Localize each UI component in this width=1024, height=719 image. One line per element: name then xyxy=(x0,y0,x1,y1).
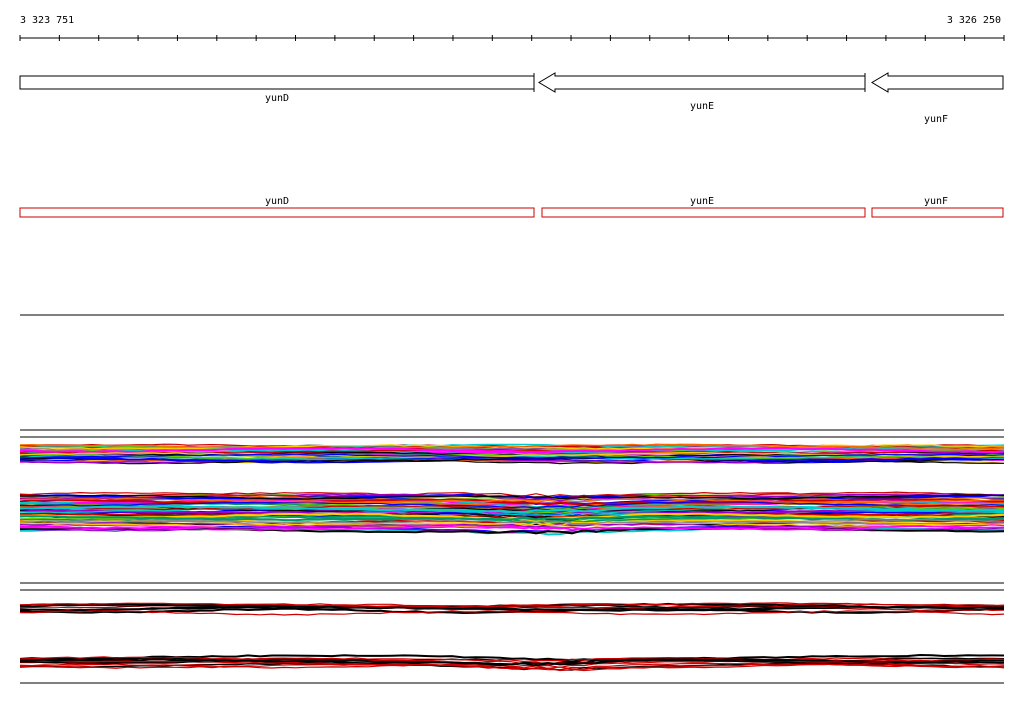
predicted-label-yund: yunD xyxy=(265,196,289,207)
gene-label-yune: yunE xyxy=(690,101,714,112)
gene-arrow-yunf[interactable] xyxy=(871,72,1004,93)
expression-signal-tracks xyxy=(19,443,1005,672)
predicted-label-yunf: yunF xyxy=(924,196,948,207)
ruler-end-label: 3 326 250 xyxy=(947,15,1001,26)
predicted-gene-track: yunD yunE yunF xyxy=(19,196,1004,218)
genome-track-canvas: 3 323 751 3 326 250 yunD yunE yunF yunD … xyxy=(19,15,1005,684)
predicted-box-yunf[interactable] xyxy=(871,207,1004,218)
gene-arrow-yund[interactable] xyxy=(19,75,535,90)
predicted-box-yund[interactable] xyxy=(19,207,535,218)
coordinate-ruler: 3 323 751 3 326 250 xyxy=(19,15,1005,41)
genome-browser-view: 3 323 751 3 326 250 yunD yunE yunF yunD … xyxy=(0,0,1024,714)
gene-arrow-yune[interactable] xyxy=(538,72,866,93)
ruler-start-label: 3 323 751 xyxy=(20,15,74,26)
gene-label-yunf: yunF xyxy=(924,114,948,125)
gene-yunf[interactable]: yunF xyxy=(871,72,1004,125)
predicted-box-yune[interactable] xyxy=(541,207,866,218)
predicted-label-yune: yunE xyxy=(690,196,714,207)
gene-yune[interactable]: yunE xyxy=(538,72,866,112)
gene-yund[interactable]: yunD xyxy=(19,73,535,104)
annotated-gene-track: yunD yunE yunF xyxy=(19,72,1004,125)
gene-label-yund: yunD xyxy=(265,93,289,104)
